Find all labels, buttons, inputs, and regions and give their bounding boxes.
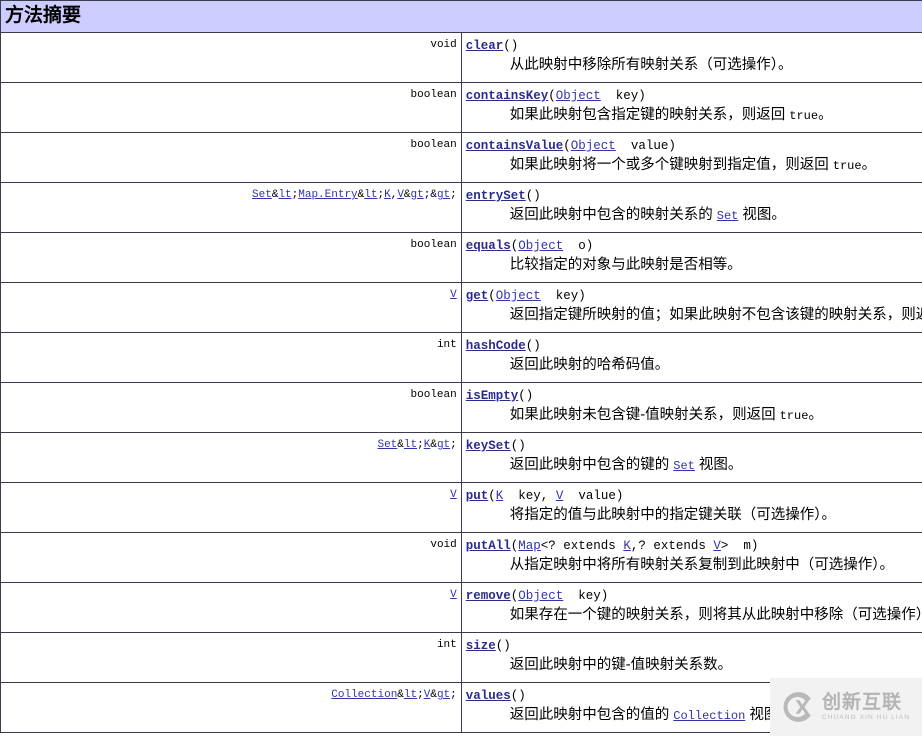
method-link[interactable]: containsKey: [466, 89, 549, 103]
method-signature: containsValue(Object value): [465, 139, 676, 153]
method-signature: hashCode(): [465, 339, 541, 353]
method-link[interactable]: putAll: [466, 539, 511, 553]
method-link[interactable]: equals: [466, 239, 511, 253]
return-type-cell: int: [0, 632, 462, 683]
table-row: int size() 返回此映射中的键-值映射关系数。: [0, 632, 922, 683]
method-signature: equals(Object o): [465, 239, 594, 253]
method-description: 从指定映射中将所有映射关系复制到此映射中（可选操作）。: [509, 556, 894, 573]
table-row: Set&lt;Map.Entry&lt;K,V&gt;&gt; entrySet(…: [0, 182, 922, 233]
return-type-cell: void: [0, 532, 462, 583]
method-description-cell: put(K key, V value) 将指定的值与此映射中的指定键关联（可选操作…: [461, 482, 922, 533]
method-signature: size(): [465, 639, 511, 653]
method-link[interactable]: containsValue: [466, 139, 564, 153]
summary-header-row: 方法摘要: [0, 0, 922, 33]
table-row: boolean equals(Object o) 比较指定的对象与此映射是否相等。: [0, 232, 922, 283]
method-signature: remove(Object key): [465, 589, 609, 603]
table-row: Set&lt;K&gt; keySet() 返回此映射中包含的键的 Set 视图。: [0, 432, 922, 483]
method-link[interactable]: size: [466, 639, 496, 653]
method-description: 从此映射中移除所有映射关系（可选操作）。: [509, 56, 793, 73]
method-summary-table: 方法摘要 void clear() 从此映射中移除所有映射关系（可选操作）。 bool…: [0, 0, 922, 733]
return-type-cell: void: [0, 32, 462, 83]
method-link[interactable]: get: [466, 289, 489, 303]
method-description: 返回此映射中的键-值映射关系数。: [509, 656, 733, 673]
method-link[interactable]: clear: [466, 39, 504, 53]
method-description: 返回指定键所映射的值；如果此映射不包含该键的映射关系，则返回 null。: [509, 306, 922, 323]
method-link[interactable]: keySet: [466, 439, 511, 453]
method-description-cell: size() 返回此映射中的键-值映射关系数。: [461, 632, 922, 683]
return-type-cell: V: [0, 582, 462, 633]
return-type-cell: Set&lt;Map.Entry&lt;K,V&gt;&gt;: [0, 182, 462, 233]
method-description-cell: clear() 从此映射中移除所有映射关系（可选操作）。: [461, 32, 922, 83]
method-signature: keySet(): [465, 439, 526, 453]
method-signature: isEmpty(): [465, 389, 534, 403]
method-description-cell: values() 返回此映射中包含的值的 Collection 视图。: [461, 682, 922, 733]
method-description-cell: putAll(Map<? extends K,? extends V> m) 从指…: [461, 532, 922, 583]
method-description: 比较指定的对象与此映射是否相等。: [509, 256, 742, 273]
method-description: 如果此映射将一个或多个键映射到指定值，则返回 true。: [509, 156, 877, 173]
method-description-cell: isEmpty() 如果此映射未包含键-值映射关系，则返回 true。: [461, 382, 922, 433]
table-row: Vremove(Object key) 如果存在一个键的映射关系，则将其从此映射中…: [0, 582, 922, 633]
method-rows: void clear() 从此映射中移除所有映射关系（可选操作）。 boolean co…: [0, 32, 922, 733]
method-description-cell: containsKey(Object key) 如果此映射包含指定键的映射关系，则…: [461, 82, 922, 133]
table-row: Collection&lt;V&gt; values() 返回此映射中包含的值的 C…: [0, 682, 922, 733]
table-row: void putAll(Map<? extends K,? extends V> …: [0, 532, 922, 583]
method-link[interactable]: values: [466, 689, 511, 703]
page-title: 方法摘要: [5, 5, 82, 26]
return-type-cell: boolean: [0, 232, 462, 283]
return-type-cell: Collection&lt;V&gt;: [0, 682, 462, 733]
method-description: 返回此映射中包含的映射关系的 Set 视图。: [509, 206, 786, 223]
return-type-cell: boolean: [0, 82, 462, 133]
method-description-cell: get(Object key) 返回指定键所映射的值；如果此映射不包含该键的映射关…: [461, 282, 922, 333]
method-signature: clear(): [465, 39, 519, 53]
table-row: int hashCode() 返回此映射的哈希码值。: [0, 332, 922, 383]
table-row: Vget(Object key) 返回指定键所映射的值；如果此映射不包含该键的映射…: [0, 282, 922, 333]
method-signature: entrySet(): [465, 189, 541, 203]
method-description-cell: equals(Object o) 比较指定的对象与此映射是否相等。: [461, 232, 922, 283]
method-link[interactable]: put: [466, 489, 489, 503]
return-type-cell: Set&lt;K&gt;: [0, 432, 462, 483]
method-signature: get(Object key): [465, 289, 586, 303]
method-link[interactable]: remove: [466, 589, 511, 603]
table-row: boolean isEmpty() 如果此映射未包含键-值映射关系，则返回 true…: [0, 382, 922, 433]
method-description: 将指定的值与此映射中的指定键关联（可选操作）。: [509, 506, 836, 523]
method-description-cell: remove(Object key) 如果存在一个键的映射关系，则将其从此映射中移…: [461, 582, 922, 633]
method-description-cell: hashCode() 返回此映射的哈希码值。: [461, 332, 922, 383]
return-type-cell: boolean: [0, 382, 462, 433]
method-link[interactable]: hashCode: [466, 339, 526, 353]
return-type-cell: int: [0, 332, 462, 383]
method-signature: containsKey(Object key): [465, 89, 646, 103]
method-summary-body: 方法摘要: [0, 0, 922, 33]
table-row: void clear() 从此映射中移除所有映射关系（可选操作）。: [0, 32, 922, 83]
method-link[interactable]: isEmpty: [466, 389, 519, 403]
method-description: 如果此映射包含指定键的映射关系，则返回 true。: [509, 106, 833, 123]
summary-header-cell: 方法摘要: [0, 0, 922, 33]
method-description-cell: entrySet() 返回此映射中包含的映射关系的 Set 视图。: [461, 182, 922, 233]
method-description-cell: keySet() 返回此映射中包含的键的 Set 视图。: [461, 432, 922, 483]
table-row: boolean containsValue(Object value) 如果此映射将…: [0, 132, 922, 183]
return-type-cell: V: [0, 282, 462, 333]
table-row: Vput(K key, V value) 将指定的值与此映射中的指定键关联（可选操…: [0, 482, 922, 533]
method-signature: values(): [465, 689, 526, 703]
method-description: 返回此映射中包含的值的 Collection 视图。: [509, 706, 793, 723]
method-description: 如果此映射未包含键-值映射关系，则返回 true。: [509, 406, 823, 423]
method-description: 返回此映射的哈希码值。: [509, 356, 670, 373]
table-row: boolean containsKey(Object key) 如果此映射包含指定键…: [0, 82, 922, 133]
method-signature: put(K key, V value): [465, 489, 624, 503]
method-description-cell: containsValue(Object value) 如果此映射将一个或多个键映…: [461, 132, 922, 183]
method-signature: putAll(Map<? extends K,? extends V> m): [465, 539, 759, 553]
method-description: 如果存在一个键的映射关系，则将其从此映射中移除（可选操作）。: [509, 606, 922, 623]
return-type-cell: V: [0, 482, 462, 533]
return-type-cell: boolean: [0, 132, 462, 183]
method-description: 返回此映射中包含的键的 Set 视图。: [509, 456, 743, 473]
method-link[interactable]: entrySet: [466, 189, 526, 203]
